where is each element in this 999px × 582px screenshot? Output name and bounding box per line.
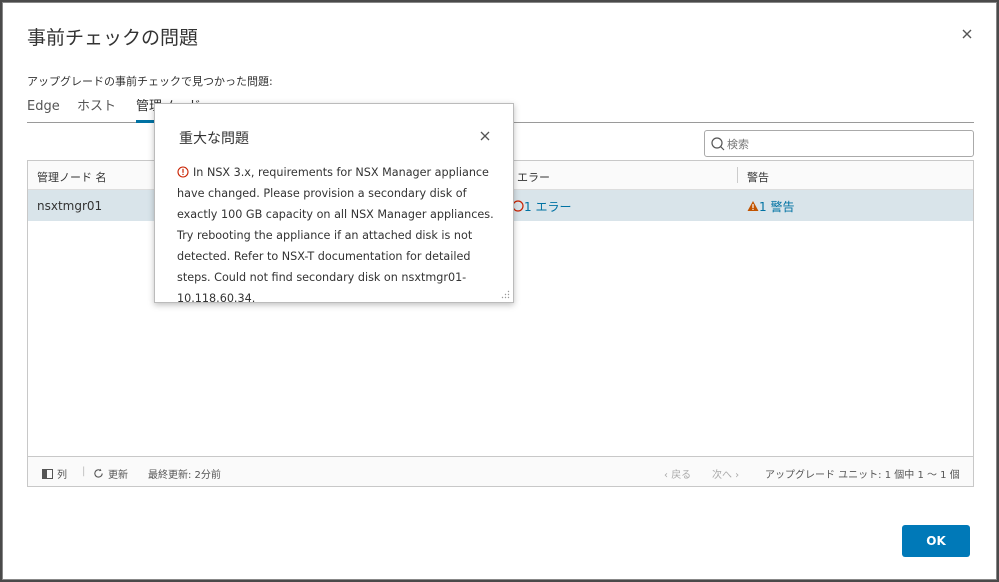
next-page-button[interactable]: 次へ › [712,466,739,481]
dialog-title: 事前チェックの問題 [27,27,199,49]
grid-footer: 列 | 更新 最終更新: 2分前 ‹ 戻る 次へ › アップグレード ユニット:… [28,456,973,486]
column-header-warnings[interactable]: 警告 [747,169,769,185]
prev-label: 戻る [671,470,692,481]
refresh-button[interactable]: 更新 [93,466,128,481]
close-icon[interactable] [479,130,491,142]
prev-page-button[interactable]: ‹ 戻る [664,466,691,481]
ok-button[interactable]: OK [902,525,970,557]
popover-message: In NSX 3.x, requirements for NSX Manager… [177,166,494,305]
search-box[interactable] [704,130,974,157]
tab-edge[interactable]: Edge [27,99,60,123]
footer-divider: | [82,466,86,477]
columns-label: 列 [57,470,67,481]
column-separator [737,167,738,183]
tab-host[interactable]: ホスト [77,99,116,123]
last-updated: 最終更新: 2分前 [148,470,221,481]
next-label: 次へ [712,470,732,481]
error-icon [177,166,189,178]
resize-grip-icon[interactable] [501,290,510,299]
errors-link[interactable]: 1 エラー [512,198,571,215]
columns-icon [42,469,53,479]
refresh-icon [94,468,103,478]
columns-toggle[interactable]: 列 [42,466,67,481]
search-input[interactable] [727,135,967,153]
critical-issue-popover: 重大な問題 In NSX 3.x, requirements for NSX M… [154,103,514,305]
column-header-name[interactable]: 管理ノード 名 [37,169,107,185]
close-icon[interactable] [960,27,974,41]
dialog-subtitle: アップグレードの事前チェックで見つかった問題: [27,75,273,88]
warning-icon [747,201,759,211]
refresh-label: 更新 [108,470,128,481]
errors-count[interactable]: 1 エラー [524,200,571,214]
pagination-info: アップグレード ユニット: 1 個中 1 ～ 1 個 [765,470,960,481]
popover-title: 重大な問題 [179,131,249,147]
warnings-link[interactable]: 1 警告 [747,198,794,215]
column-header-errors[interactable]: エラー [517,169,550,185]
search-icon [711,137,725,151]
popover-body: In NSX 3.x, requirements for NSX Manager… [177,162,495,309]
warnings-count[interactable]: 1 警告 [759,200,794,214]
node-name-cell: nsxtmgr01 [37,199,103,213]
